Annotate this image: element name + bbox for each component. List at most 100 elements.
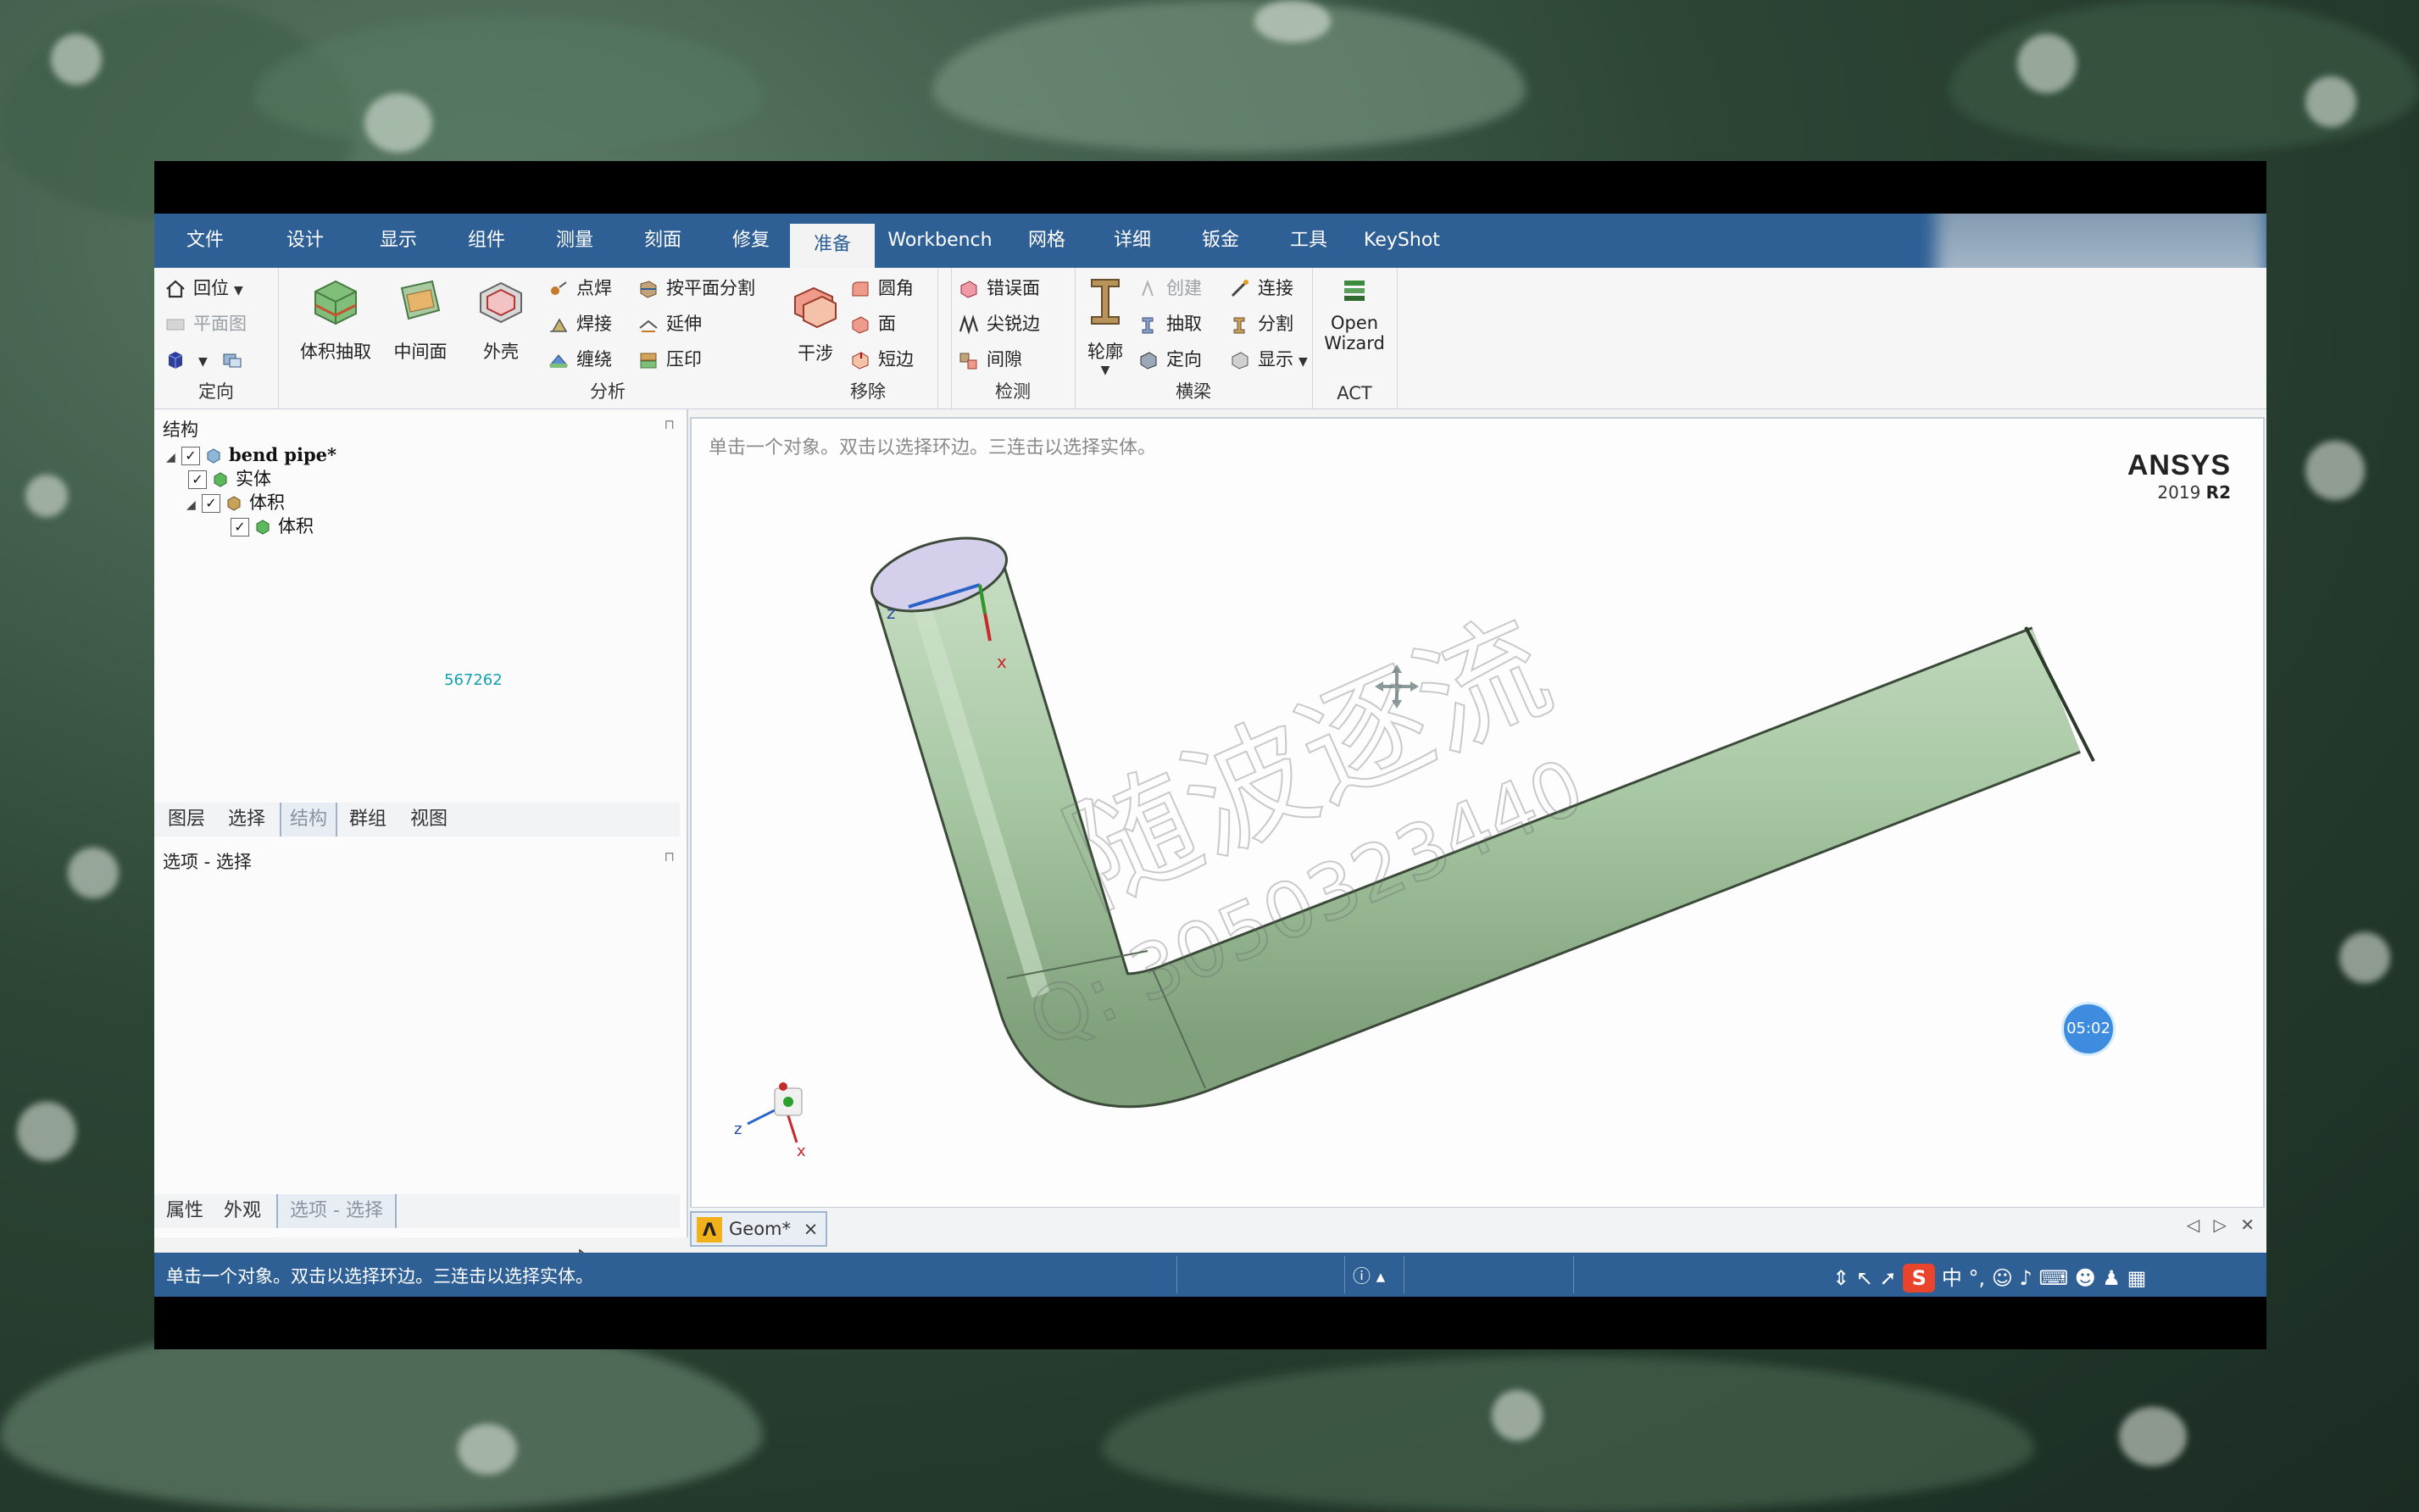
volume-icon (256, 520, 270, 535)
gap-button[interactable]: 间隙 (958, 346, 1022, 373)
user-icon[interactable]: ☻ (2075, 1266, 2096, 1290)
tab-structure[interactable]: 结构 (280, 803, 337, 837)
prev-tab-icon[interactable]: ◁ (2187, 1215, 2199, 1235)
tab-appearance[interactable]: 外观 (217, 1194, 268, 1228)
close-tab-icon[interactable]: × (804, 1219, 819, 1239)
keyboard-icon[interactable]: ⌨ (2038, 1266, 2068, 1290)
extend-icon (639, 320, 658, 332)
scroll-arrows-icon[interactable]: ⇕ (1832, 1266, 1849, 1290)
tab-sheet-metal[interactable]: 钣金 (1176, 214, 1265, 268)
extend-button[interactable]: 延伸 (637, 310, 702, 337)
pin-icon[interactable]: ⊓ (665, 848, 675, 864)
tab-detail[interactable]: 详细 (1088, 214, 1176, 268)
tab-views[interactable]: 视图 (402, 803, 456, 837)
tab-layers[interactable]: 图层 (161, 803, 212, 837)
tab-mesh[interactable]: 网格 (1005, 214, 1088, 268)
emoji-icon[interactable]: ☺ (1992, 1266, 2013, 1290)
volume-group-icon (227, 496, 241, 511)
create-beam-button[interactable]: 创建 (1137, 275, 1202, 302)
next-tab-icon[interactable]: ▷ (2213, 1215, 2226, 1235)
tab-display[interactable]: 显示 (354, 214, 442, 268)
orient-beam-button[interactable]: 定向 (1137, 346, 1202, 373)
collapse-icon[interactable]: ◢ (166, 446, 181, 470)
axis-z-label: z (887, 603, 896, 623)
ime-punct-icon[interactable]: °, (1969, 1266, 1986, 1290)
tab-prepare[interactable]: 准备 (790, 224, 875, 268)
split-by-plane-button[interactable]: 按平面分割 (637, 275, 755, 302)
wrap-button[interactable]: 缠绕 (548, 346, 612, 373)
spot-weld-button[interactable]: 点焊 (548, 275, 612, 302)
info-icon[interactable]: ⓘ ▴ (1353, 1263, 1385, 1288)
plane-view-button[interactable]: 平面图 (164, 310, 247, 337)
group-detect-label: 检测 (995, 381, 1031, 402)
ansys-icon: Λ (697, 1217, 722, 1242)
tree-item-volume-group[interactable]: ◢ ✓ 体积 (186, 491, 285, 514)
interference-icon (794, 286, 837, 329)
tab-file[interactable]: 文件 (154, 214, 256, 268)
panel-tabs: 图层 选择 结构 群组 视图 (154, 803, 680, 837)
tab-groups[interactable]: 群组 (341, 803, 395, 837)
graphics-viewport[interactable]: 单击一个对象。双击以选择环边。三连击以选择实体。 ANSYS 2019 R2 z… (690, 417, 2265, 1209)
home-icon (166, 280, 185, 298)
tab-tools[interactable]: 工具 (1265, 214, 1353, 268)
spaceclaim-window: 文件 设计 显示 组件 测量 刻面 修复 准备 Workbench 网格 详细 … (154, 214, 2266, 1297)
collapse-icon[interactable]: ◢ (186, 493, 202, 517)
extract-beam-button[interactable]: 抽取 (1137, 310, 1202, 337)
tab-design[interactable]: 设计 (256, 214, 354, 268)
imprint-button[interactable]: 压印 (637, 346, 702, 373)
mic-icon[interactable]: ♪ (2019, 1266, 2032, 1290)
checkbox[interactable]: ✓ (188, 470, 207, 489)
select-mode-icon[interactable]: ↖ (1856, 1266, 1873, 1290)
sharp-edge-button[interactable]: 尖锐边 (958, 310, 1040, 337)
restore-button[interactable]: 回位 ▼ (164, 275, 243, 302)
tab-repair[interactable]: 修复 (707, 214, 795, 268)
display-beam-button[interactable]: 显示 ▼ (1229, 346, 1308, 373)
tab-workbench[interactable]: Workbench (875, 214, 1005, 268)
tree-item-solid[interactable]: ✓ 实体 (188, 467, 271, 491)
checkbox[interactable]: ✓ (181, 447, 200, 465)
tab-keyshot[interactable]: KeyShot (1353, 214, 1451, 268)
profile-button[interactable]: 轮廓 ▼ (1080, 275, 1131, 377)
tree-item-volume[interactable]: ✓ 体积 (231, 514, 314, 538)
short-edge-button[interactable]: 短边 (849, 346, 914, 373)
create-beam-icon (1142, 280, 1154, 297)
group-remove-label: 移除 (850, 381, 886, 402)
extract-volume-button[interactable]: 体积抽取 (293, 276, 378, 364)
split-beam-button[interactable]: 分割 (1229, 310, 1293, 337)
pointer-icon[interactable]: ➚ (1880, 1266, 1897, 1290)
short-edge-icon (852, 352, 869, 370)
midsurface-button[interactable]: 中间面 (378, 276, 463, 364)
status-divider (1573, 1256, 1574, 1293)
tab-properties[interactable]: 属性 (161, 1194, 209, 1228)
checkbox[interactable]: ✓ (202, 494, 220, 513)
document-tab-geom[interactable]: Λ Geom* × (690, 1211, 827, 1247)
snap-view-icon[interactable] (221, 350, 243, 370)
apps-grid-icon[interactable]: ▦ (2127, 1266, 2147, 1290)
tree-root-bend-pipe[interactable]: ◢ ✓ bend pipe* (166, 443, 336, 467)
pin-icon[interactable]: ⊓ (665, 416, 675, 432)
group-remove: 干涉 圆角 面 短边 移除 (785, 268, 952, 409)
tab-options-selection[interactable]: 选项 - 选择 (276, 1194, 397, 1228)
ime-chinese-icon[interactable]: 中 (1942, 1266, 1962, 1290)
tab-selection[interactable]: 选择 (220, 803, 273, 837)
skin-icon[interactable]: ♟ (2102, 1266, 2121, 1290)
split-plane-icon (640, 281, 657, 298)
options-title: 选项 - 选择 (163, 852, 252, 872)
weld-button[interactable]: 焊接 (548, 310, 612, 337)
shell-button[interactable]: 外壳 (463, 276, 539, 364)
misaligned-face-button[interactable]: 错误面 (958, 275, 1040, 302)
view-triad[interactable]: z x (734, 1082, 806, 1160)
view-cube-button[interactable]: ▼ (164, 346, 250, 373)
connect-button[interactable]: 连接 (1229, 275, 1293, 302)
open-wizard-button[interactable]: Open Wizard (1312, 278, 1397, 353)
tab-measure[interactable]: 测量 (531, 214, 619, 268)
split-beam-icon (1233, 317, 1245, 334)
round-button[interactable]: 圆角 (849, 275, 914, 302)
checkbox[interactable]: ✓ (231, 518, 249, 536)
face-button[interactable]: 面 (849, 310, 896, 337)
close-all-icon[interactable]: ✕ (2240, 1215, 2255, 1235)
ime-logo-icon[interactable]: S (1903, 1264, 1936, 1292)
tab-facets[interactable]: 刻面 (619, 214, 707, 268)
tab-assembly[interactable]: 组件 (442, 214, 531, 268)
interference-button[interactable]: 干涉 (785, 280, 846, 365)
